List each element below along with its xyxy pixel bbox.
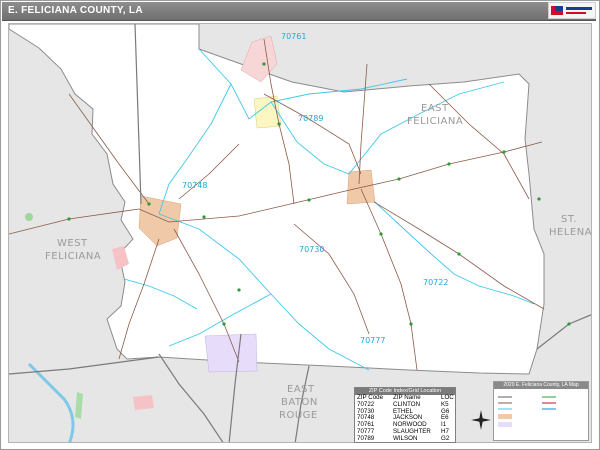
map-key: 2020 E. Feliciana County, LA Map bbox=[493, 381, 589, 441]
zip-label: 70748 bbox=[182, 181, 207, 190]
legend-row: 70789 WILSON G2 bbox=[355, 434, 455, 443]
label-east-feliciana-line1: EAST bbox=[421, 103, 449, 114]
label-east-baton-rouge: EAST BATON ROUGE bbox=[279, 384, 322, 421]
zip-label: 70722 bbox=[423, 278, 448, 287]
zip-label: 70777 bbox=[360, 336, 385, 345]
map-key-header: 2020 E. Feliciana County, LA Map bbox=[494, 382, 588, 389]
zip-label: 70730 bbox=[299, 245, 324, 254]
title-bar: E. FELICIANA COUNTY, LA bbox=[2, 2, 596, 21]
legend-zip: 70789 bbox=[357, 434, 375, 442]
ebr-town bbox=[133, 395, 154, 410]
slaughter-area bbox=[204, 333, 258, 373]
clinton-area bbox=[346, 169, 376, 205]
zip-label: 70761 bbox=[281, 32, 306, 41]
mississippi-river bbox=[27, 362, 75, 442]
label-ebr-line3: ROUGE bbox=[279, 410, 318, 421]
label-st-helena: ST. HELENA bbox=[549, 214, 592, 238]
legend-name: WILSON bbox=[393, 434, 418, 442]
west-feliciana-park bbox=[25, 213, 33, 221]
label-east-feliciana-line2: FELICIANA bbox=[407, 116, 463, 127]
compass-icon bbox=[471, 410, 491, 430]
county-area bbox=[9, 24, 545, 375]
logo-icon bbox=[551, 6, 592, 15]
label-st-helena-line2: HELENA bbox=[549, 227, 592, 238]
label-west-feliciana-line2: FELICIANA bbox=[45, 251, 101, 262]
map-canvas[interactable]: EAST FELICIANA WEST FELICIANA ST. HELENA… bbox=[8, 23, 592, 443]
label-west-feliciana-line1: WEST bbox=[57, 238, 88, 249]
map-key-swatches bbox=[498, 396, 556, 427]
maps-logo[interactable] bbox=[548, 2, 596, 19]
zip-legend: ZIP Code Index/Grid Location ZIP Code ZI… bbox=[354, 387, 456, 443]
label-west-feliciana: WEST FELICIANA bbox=[45, 238, 101, 262]
zip-label: 70789 bbox=[298, 114, 323, 123]
label-st-helena-line1: ST. bbox=[561, 214, 577, 225]
page-title: E. FELICIANA COUNTY, LA bbox=[8, 5, 143, 16]
label-ebr-line1: EAST bbox=[287, 384, 315, 395]
label-ebr-line2: BATON bbox=[281, 397, 318, 408]
ebr-park bbox=[75, 392, 83, 419]
legend-loc: G2 bbox=[441, 434, 450, 442]
